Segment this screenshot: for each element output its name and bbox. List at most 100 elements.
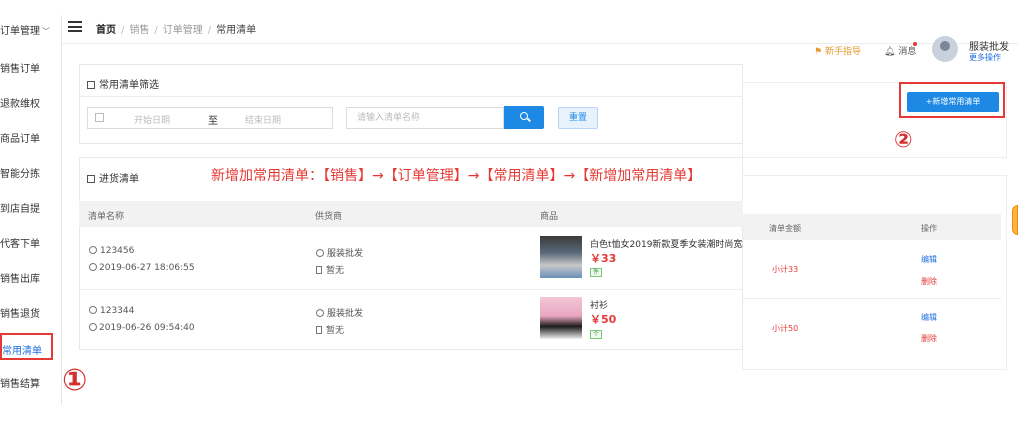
guide-link[interactable]: ⚑ 新手指导 xyxy=(814,44,861,57)
product-price: ￥50 xyxy=(590,313,617,326)
end-date-input[interactable]: 结束日期 xyxy=(245,113,281,126)
step-marker-one: ① xyxy=(62,363,88,398)
column-supplier: 供货商 xyxy=(315,212,343,222)
side-float-tab[interactable] xyxy=(1012,205,1018,235)
product-image xyxy=(540,236,582,278)
filter-card xyxy=(79,64,743,144)
supplier-cell: 服装批发 xyxy=(316,246,363,259)
list-name: 123456 xyxy=(100,246,135,256)
note-cell: 暂无 xyxy=(316,323,344,336)
list-name-cell: 123344 xyxy=(89,306,134,316)
edit-link[interactable]: 编辑 xyxy=(921,312,937,323)
instruction-annotation: 新增加常用清单：【销售】→【订单管理】→【常用清单】→【新增加常用清单】 xyxy=(211,168,702,184)
bell-icon: 🔔︎ xyxy=(884,47,896,57)
step-marker-two: ② xyxy=(894,128,913,153)
clock-icon xyxy=(89,263,97,271)
add-button-highlight xyxy=(899,82,1005,118)
sidebar-item-sales-returns[interactable]: 销售退货 xyxy=(0,305,40,320)
note-text: 暂无 xyxy=(326,326,345,336)
column-product: 商品 xyxy=(540,212,559,222)
user-name: 服装批发 xyxy=(969,42,1009,53)
chevron-down-icon: ﹀ xyxy=(42,27,50,36)
messages-label: 消息 xyxy=(898,47,917,57)
search-icon xyxy=(520,112,528,120)
sidebar-group-label: 订单管理 xyxy=(0,26,40,37)
sidebar-item-smart-sorting[interactable]: 智能分拣 xyxy=(0,165,40,180)
list-card xyxy=(79,157,743,350)
list-card-title: 进货清单 xyxy=(87,170,139,185)
unit-tag: 个 xyxy=(590,330,602,339)
breadcrumb-sales[interactable]: 销售 xyxy=(129,25,149,36)
sidebar-item-product-orders[interactable]: 商品订单 xyxy=(0,130,40,145)
sidebar-item-sales-orders[interactable]: 销售订单 xyxy=(0,60,40,75)
column-actions: 操作 xyxy=(921,224,937,233)
date-range-separator: 至 xyxy=(208,116,218,127)
created-date: 2019-06-26 09:54:40 xyxy=(99,323,195,333)
date-range-picker[interactable]: 开始日期 至 结束日期 xyxy=(87,107,333,129)
breadcrumb-separator: / xyxy=(121,25,125,36)
sidebar-item-settlement[interactable]: 销售结算 xyxy=(0,375,40,390)
avatar[interactable] xyxy=(932,36,958,62)
row-subtotal: 小计50 xyxy=(772,324,799,333)
product-image xyxy=(540,297,582,339)
hamburger-menu-icon[interactable] xyxy=(68,21,82,32)
search-input[interactable] xyxy=(347,108,503,128)
clock-icon xyxy=(89,323,97,331)
row-divider xyxy=(742,298,1001,299)
supplier-cell: 服装批发 xyxy=(316,306,363,319)
user-icon xyxy=(316,249,324,257)
search-button[interactable] xyxy=(504,106,544,129)
user-icon xyxy=(89,246,97,254)
breadcrumb-order-management[interactable]: 订单管理 xyxy=(163,25,203,36)
list-title-text: 进货清单 xyxy=(99,174,139,185)
row-subtotal: 小计33 xyxy=(772,265,799,274)
delete-link[interactable]: 删除 xyxy=(921,276,937,287)
sidebar-item-common-list[interactable]: 常用清单 xyxy=(0,333,53,360)
product-name: 衬衫 xyxy=(590,301,609,311)
document-icon xyxy=(316,326,322,334)
sidebar-divider xyxy=(61,15,62,405)
start-date-input[interactable]: 开始日期 xyxy=(134,113,170,126)
column-list-name: 清单名称 xyxy=(88,212,125,222)
user-more-link[interactable]: 更多操作 xyxy=(969,52,1001,63)
list-icon xyxy=(87,175,95,183)
row-divider xyxy=(79,289,743,290)
column-amount: 清单金额 xyxy=(769,224,801,233)
sidebar-group-header[interactable]: 订单管理 ﹀ xyxy=(0,22,50,37)
list-name-cell: 123456 xyxy=(89,246,134,256)
created-date-cell: 2019-06-26 09:54:40 xyxy=(89,323,195,333)
created-date-cell: 2019-06-27 18:06:55 xyxy=(89,263,195,273)
filter-title-text: 常用清单筛选 xyxy=(99,80,159,91)
breadcrumb-home[interactable]: 首页 xyxy=(96,25,116,36)
breadcrumb: 首页 / 销售 / 订单管理 / 常用清单 xyxy=(96,21,256,36)
list-name: 123344 xyxy=(100,306,135,316)
list-name-search-field[interactable] xyxy=(346,107,504,129)
table-header: 清单名称 供货商 商品 xyxy=(79,201,743,227)
breadcrumb-separator: / xyxy=(154,25,158,36)
sidebar-item-proxy-order[interactable]: 代客下单 xyxy=(0,235,40,250)
breadcrumb-separator: / xyxy=(207,25,212,36)
list-icon xyxy=(87,81,95,89)
note-cell: 暂无 xyxy=(316,263,344,276)
sidebar-item-sales-outbound[interactable]: 销售出库 xyxy=(0,270,40,285)
document-icon xyxy=(316,266,322,274)
reset-button[interactable]: 重置 xyxy=(558,107,598,129)
note-text: 暂无 xyxy=(326,266,345,276)
edit-link[interactable]: 编辑 xyxy=(921,254,937,265)
topbar-divider xyxy=(62,43,1018,44)
unit-tag: 件 xyxy=(590,268,602,277)
created-date: 2019-06-27 18:06:55 xyxy=(99,263,195,273)
app-root: 订单管理 ﹀ 销售订单 退款维权 商品订单 智能分拣 到店自提 代客下单 销售出库… xyxy=(0,0,1018,441)
sidebar-item-refunds[interactable]: 退款维权 xyxy=(0,95,40,110)
calendar-icon xyxy=(95,113,104,122)
sidebar-item-label: 常用清单 xyxy=(2,346,42,357)
supplier-name: 服装批发 xyxy=(327,309,364,319)
background-table-header: 清单金额 操作 xyxy=(742,214,1001,240)
breadcrumb-current: 常用清单 xyxy=(216,25,257,36)
sidebar-item-store-pickup[interactable]: 到店自提 xyxy=(0,200,40,215)
delete-link[interactable]: 删除 xyxy=(921,333,937,344)
guide-label: 新手指导 xyxy=(824,47,861,57)
product-price: ￥33 xyxy=(590,252,617,265)
messages-link[interactable]: 🔔︎ 消息 xyxy=(884,44,916,57)
unread-dot xyxy=(913,42,917,46)
